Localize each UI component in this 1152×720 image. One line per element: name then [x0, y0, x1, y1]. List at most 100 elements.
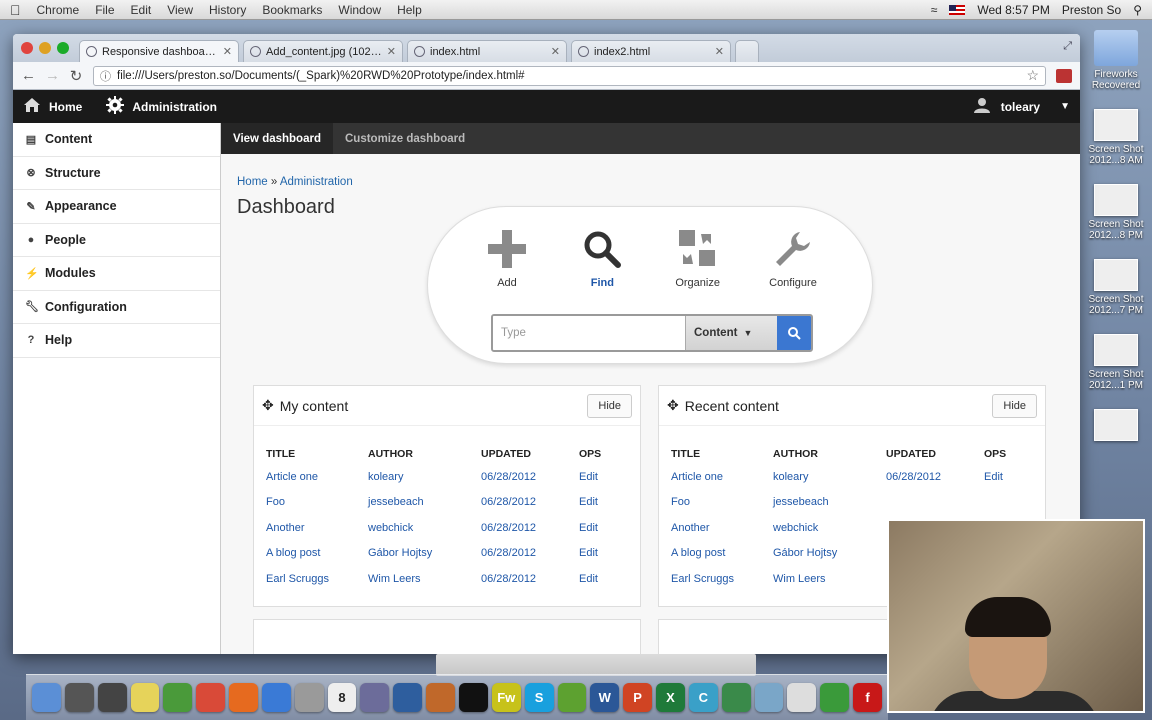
safari-icon[interactable]	[261, 683, 291, 712]
edit-link[interactable]: Edit	[984, 464, 1024, 490]
hide-button[interactable]: Hide	[992, 393, 1037, 418]
script-icon[interactable]	[787, 683, 817, 712]
fireworks-icon[interactable]: Fw	[491, 683, 521, 712]
terminal-icon[interactable]	[458, 683, 488, 712]
tab-customize-dashboard[interactable]: Customize dashboard	[333, 123, 477, 154]
browser-tab[interactable]: Add_content.jpg (1024×1200 ✕	[243, 40, 403, 62]
horizontal-scrollbar[interactable]	[436, 654, 756, 676]
word-icon[interactable]: W	[590, 683, 620, 712]
title-link[interactable]: Another	[671, 515, 773, 541]
close-tab-icon[interactable]: ✕	[223, 45, 232, 58]
sidebar-item-content[interactable]: ▤ Content	[13, 123, 220, 157]
c-icon[interactable]: C	[688, 683, 718, 712]
us-flag-icon[interactable]	[949, 4, 966, 15]
globe-icon[interactable]	[721, 683, 751, 712]
title-link[interactable]: Earl Scruggs	[266, 566, 368, 592]
close-window-button[interactable]	[21, 42, 33, 54]
close-tab-icon[interactable]: ✕	[551, 45, 560, 58]
author-link[interactable]: Gábor Hojtsy	[368, 541, 481, 567]
address-bar[interactable]: ⓘ file:///Users/preston.so/Documents/(_S…	[93, 65, 1046, 86]
sidebar-item-modules[interactable]: ⚡ Modules	[13, 257, 220, 291]
chart-icon[interactable]	[393, 683, 423, 712]
launchpad-icon[interactable]	[64, 683, 94, 712]
browser-tab[interactable]: index.html ✕	[407, 40, 567, 62]
desktop-item[interactable]: Screen Shot 2012...1 PM	[1080, 334, 1152, 391]
breadcrumb-home[interactable]: Home	[237, 176, 268, 188]
minimize-window-button[interactable]	[39, 42, 51, 54]
flash-icon[interactable]: f	[853, 683, 882, 712]
desktop-item[interactable]: Screen Shot 2012...8 PM	[1080, 184, 1152, 241]
author-link[interactable]: Wim Leers	[773, 566, 886, 592]
updated-link[interactable]: 06/28/2012	[481, 490, 579, 516]
sidebar-item-configuration[interactable]: 🔧︎ Configuration	[13, 291, 220, 324]
new-tab-button[interactable]	[735, 40, 759, 62]
zoom-window-button[interactable]	[57, 42, 69, 54]
menu-history[interactable]: History	[209, 3, 246, 17]
edit-link[interactable]: Edit	[579, 490, 619, 516]
author-link[interactable]: Wim Leers	[368, 566, 481, 592]
skype-icon[interactable]: S	[524, 683, 554, 712]
action-organize[interactable]: Organize	[665, 229, 731, 289]
apple-icon[interactable]: 	[10, 2, 21, 18]
updated-link[interactable]: 06/28/2012	[481, 541, 579, 567]
desktop-item[interactable]: Screen Shot 2012...8 AM	[1080, 109, 1152, 166]
author-link[interactable]: webchick	[368, 515, 481, 541]
title-link[interactable]: A blog post	[671, 541, 773, 567]
browser-tab[interactable]: index2.html ✕	[571, 40, 731, 62]
reload-icon[interactable]: ↻	[69, 67, 83, 85]
sidebar-item-structure[interactable]: ⊗ Structure	[13, 157, 220, 190]
action-configure[interactable]: Configure	[760, 229, 826, 289]
firefox-icon[interactable]	[229, 683, 258, 712]
menu-edit[interactable]: Edit	[131, 3, 152, 17]
excel-icon[interactable]: X	[656, 683, 685, 712]
stickies-icon[interactable]	[130, 683, 160, 712]
automator-icon[interactable]	[163, 683, 193, 712]
clock-icon[interactable]	[820, 683, 850, 712]
title-link[interactable]: Foo	[266, 490, 368, 516]
finder-icon[interactable]	[32, 683, 61, 712]
powerpoint-icon[interactable]: P	[623, 683, 653, 712]
image-icon[interactable]	[754, 683, 784, 712]
menubar-user[interactable]: Preston So	[1062, 3, 1121, 17]
edit-link[interactable]: Edit	[579, 566, 619, 592]
edit-link[interactable]: Edit	[579, 515, 619, 541]
author-link[interactable]: koleary	[773, 464, 886, 490]
hide-button[interactable]: Hide	[587, 393, 632, 418]
title-link[interactable]: Article one	[266, 464, 368, 490]
sidebar-item-appearance[interactable]: ✎ Appearance	[13, 190, 220, 224]
title-link[interactable]: Another	[266, 515, 368, 541]
updated-link[interactable]: 06/28/2012	[481, 566, 579, 592]
title-link[interactable]: Earl Scruggs	[671, 566, 773, 592]
desktop-item[interactable]	[1080, 409, 1152, 441]
desktop-item[interactable]: Fireworks Recovered	[1080, 30, 1152, 91]
close-tab-icon[interactable]: ✕	[715, 45, 724, 58]
calendar-icon[interactable]: 8	[327, 683, 357, 712]
title-link[interactable]: Foo	[671, 490, 773, 516]
pen-icon[interactable]	[360, 683, 390, 712]
edit-link[interactable]: Edit	[579, 541, 619, 567]
menu-view[interactable]: View	[167, 3, 193, 17]
mail-icon[interactable]	[294, 683, 324, 712]
bookmark-star-icon[interactable]: ☆	[1026, 67, 1039, 84]
move-icon[interactable]: ✥	[667, 397, 679, 414]
menu-app[interactable]: Chrome	[37, 3, 80, 17]
author-link[interactable]: koleary	[368, 464, 481, 490]
action-find[interactable]: Find	[569, 229, 635, 289]
title-link[interactable]: A blog post	[266, 541, 368, 567]
close-tab-icon[interactable]: ✕	[387, 45, 396, 58]
move-icon[interactable]: ✥	[262, 397, 274, 414]
updated-link[interactable]	[886, 490, 984, 516]
fullscreen-icon[interactable]: ⤢	[1063, 40, 1072, 53]
mission-control-icon[interactable]	[97, 683, 127, 712]
user-menu[interactable]: toleary ▼	[973, 97, 1070, 116]
menu-file[interactable]: File	[95, 3, 114, 17]
desktop-item[interactable]: Screen Shot 2012...7 PM	[1080, 259, 1152, 316]
updated-link[interactable]: 06/28/2012	[481, 464, 579, 490]
wifi-icon[interactable]: ≈	[931, 3, 938, 17]
preview-icon[interactable]	[426, 683, 455, 712]
forward-icon[interactable]: →	[45, 67, 60, 84]
search-input[interactable]	[493, 316, 685, 350]
breadcrumb-administration[interactable]: Administration	[280, 176, 353, 188]
browser-tab[interactable]: Responsive dashboard proto ✕	[79, 40, 239, 62]
evernote-icon[interactable]	[557, 683, 587, 712]
